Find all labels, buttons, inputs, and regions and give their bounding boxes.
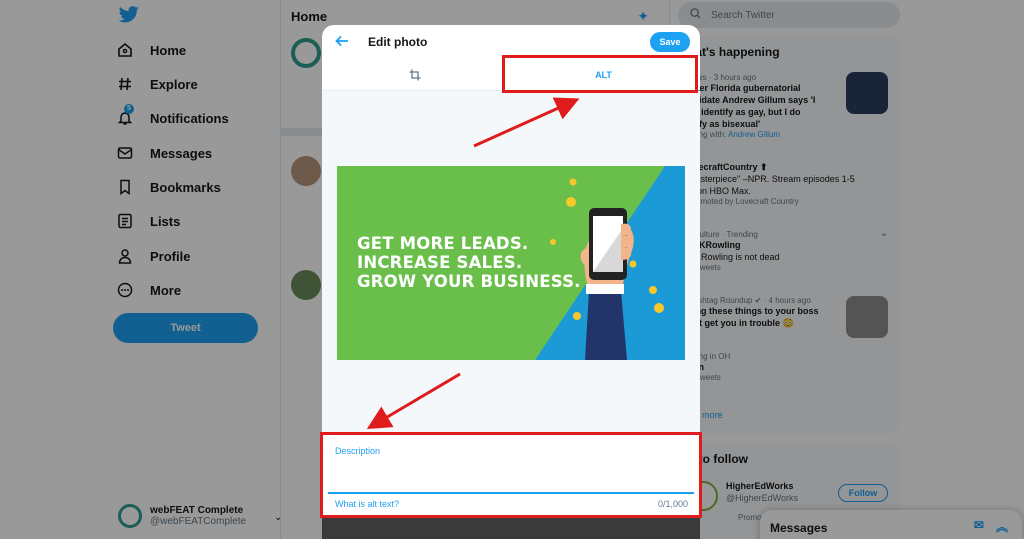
modal-title: Edit photo [368,35,428,49]
modal-bottom-image [322,515,700,539]
back-arrow-icon[interactable] [334,33,350,49]
annotation-box-description [320,432,702,518]
promo-line: INCREASE SALES. [357,253,523,272]
annotation-box-alt-tab [502,55,698,93]
promo-headline: GET MORE LEADS. INCREASE SALES. GROW YOU… [357,234,581,291]
modal-header: Edit photo Save [322,25,700,59]
promo-line: GET MORE LEADS. [357,234,529,253]
promo-line: GROW YOUR BUSINESS. [357,272,581,291]
save-button[interactable]: Save [650,32,690,52]
photo-preview: GET MORE LEADS. INCREASE SALES. GROW YOU… [337,166,685,360]
tab-crop[interactable] [322,59,507,91]
crop-icon [409,69,420,81]
photo-canvas: GET MORE LEADS. INCREASE SALES. GROW YOU… [322,91,700,435]
